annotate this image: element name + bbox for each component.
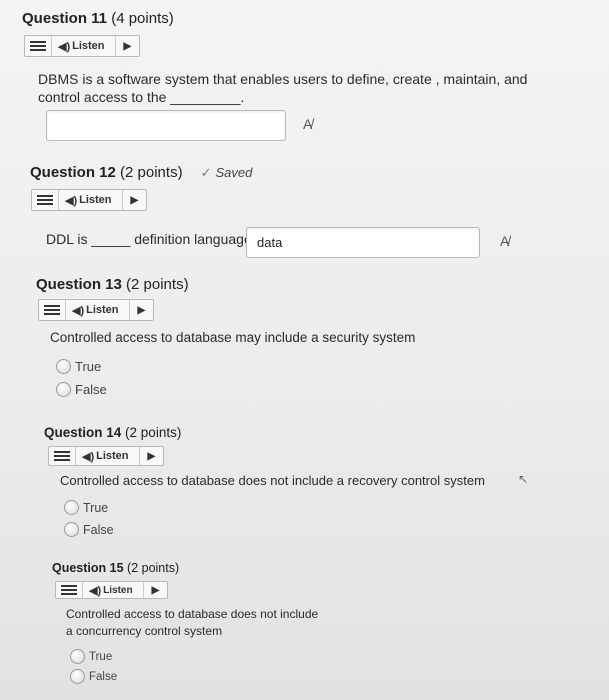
option-label: False: [83, 522, 114, 537]
play-icon[interactable]: ▶: [144, 585, 168, 596]
question-points: (2 points): [127, 561, 180, 575]
speaker-icon: ◀): [58, 40, 71, 53]
question-number: Question 12: [30, 164, 116, 181]
radio-button[interactable]: [70, 649, 85, 664]
speaker-icon: ◀): [89, 584, 102, 597]
menu-icon[interactable]: [56, 582, 83, 598]
check-icon: ✓: [200, 164, 212, 180]
answer-input[interactable]: data: [246, 227, 480, 258]
spellcheck-icon[interactable]: A̸: [500, 233, 509, 249]
option-label: True: [75, 359, 102, 374]
radio-button[interactable]: [64, 500, 79, 515]
answer-input[interactable]: [46, 110, 286, 141]
radio-option-true[interactable]: True: [70, 649, 112, 664]
question-11-prompt: DBMS is a software system that enables u…: [38, 70, 527, 106]
spellcheck-icon[interactable]: A̸: [303, 116, 312, 132]
play-icon[interactable]: ▶: [130, 305, 154, 316]
saved-label: Saved: [215, 164, 253, 180]
option-label: False: [89, 670, 118, 683]
question-15-prompt: Controlled access to database does not i…: [66, 606, 318, 640]
menu-icon[interactable]: [25, 36, 52, 56]
prompt-line: Controlled access to database does not i…: [66, 607, 319, 621]
radio-option-false[interactable]: False: [56, 382, 107, 397]
prompt-line: control access to the _________.: [38, 89, 245, 105]
question-number: Question 13: [36, 276, 122, 293]
menu-icon[interactable]: [49, 447, 76, 465]
listen-label: Listen: [72, 36, 116, 56]
listen-button[interactable]: ◀) Listen ▶: [31, 189, 148, 211]
radio-button[interactable]: [56, 359, 71, 374]
option-label: True: [83, 500, 109, 515]
question-number: Question 14: [44, 425, 122, 440]
listen-label: Listen: [96, 447, 140, 465]
radio-option-true[interactable]: True: [64, 500, 108, 515]
option-label: True: [89, 650, 113, 663]
radio-button[interactable]: [56, 382, 71, 397]
question-13-prompt: Controlled access to database may includ…: [50, 330, 416, 345]
cursor-icon: ↖: [518, 472, 529, 486]
prompt-line: DBMS is a software system that enables u…: [38, 71, 528, 87]
listen-label: Listen: [79, 190, 123, 210]
listen-button[interactable]: ◀) Listen ▶: [55, 581, 169, 599]
question-points: (2 points): [125, 425, 182, 440]
option-label: False: [75, 382, 107, 397]
speaker-icon: ◀): [65, 194, 78, 207]
menu-icon[interactable]: [39, 300, 66, 320]
radio-option-true[interactable]: True: [56, 359, 101, 374]
saved-status: ✓ Saved: [201, 165, 253, 181]
question-11-title: Question 11 (4 points): [22, 10, 174, 27]
question-points: (4 points): [111, 10, 174, 27]
radio-button[interactable]: [64, 522, 79, 537]
listen-button[interactable]: ◀) Listen ▶: [48, 446, 165, 466]
question-14-prompt: Controlled access to database does not i…: [60, 473, 485, 488]
listen-button[interactable]: ◀) Listen ▶: [38, 299, 155, 321]
radio-option-false[interactable]: False: [64, 522, 114, 537]
question-points: (2 points): [126, 276, 189, 293]
question-13-title: Question 13 (2 points): [36, 276, 189, 293]
play-icon[interactable]: ▶: [116, 41, 140, 52]
listen-button[interactable]: ◀) Listen ▶: [24, 35, 141, 57]
radio-button[interactable]: [70, 669, 85, 684]
question-points: (2 points): [120, 164, 183, 181]
question-number: Question 11: [22, 10, 108, 27]
radio-option-false[interactable]: False: [70, 669, 117, 684]
question-12-prompt: DDL is _____ definition language: [46, 231, 252, 247]
question-number: Question 15: [52, 561, 124, 575]
question-14-title: Question 14 (2 points): [44, 425, 181, 440]
speaker-icon: ◀): [72, 304, 85, 317]
listen-label: Listen: [103, 582, 144, 598]
menu-icon[interactable]: [32, 190, 59, 210]
play-icon[interactable]: ▶: [140, 451, 164, 462]
listen-label: Listen: [86, 300, 130, 320]
speaker-icon: ◀): [82, 450, 95, 463]
prompt-line: a concurrency control system: [66, 624, 223, 638]
play-icon[interactable]: ▶: [123, 195, 147, 206]
question-15-title: Question 15 (2 points): [52, 561, 179, 575]
question-12-title: Question 12 (2 points) ✓ Saved: [30, 164, 252, 181]
